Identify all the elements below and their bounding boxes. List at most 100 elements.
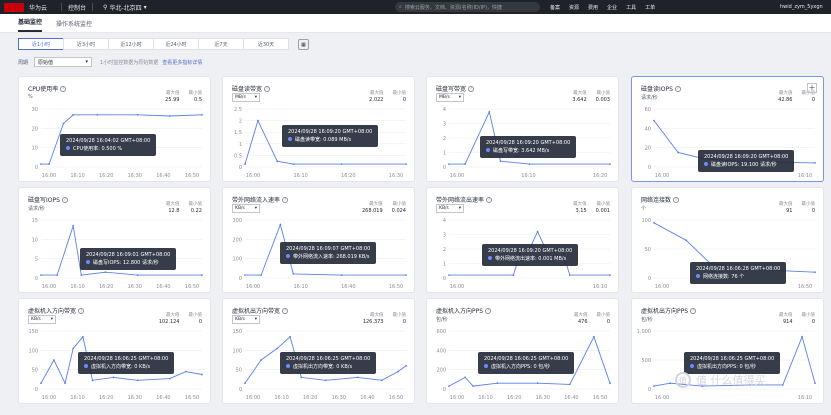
series-dot-icon bbox=[286, 254, 290, 258]
tooltip-time: 2024/09/28 16:04:02 GMT+08:00 bbox=[66, 138, 151, 144]
tooltip-value-row: 虚拟机入方向带宽: 0 KB/s bbox=[84, 363, 168, 371]
help-icon[interactable]: ? bbox=[61, 196, 68, 203]
time-range-button[interactable]: 近12小时 bbox=[108, 38, 154, 50]
metric-title: 磁盘读IOPS? bbox=[641, 84, 681, 93]
min-value: 0.003 bbox=[595, 97, 610, 103]
y-tick-label: 0 bbox=[443, 165, 446, 171]
more-metrics-link[interactable]: 查看更多指标详情 bbox=[162, 59, 202, 66]
huawei-cloud-logo[interactable]: 华为云 bbox=[4, 2, 55, 12]
tab-basic-monitoring[interactable]: 基础监控 bbox=[18, 17, 43, 32]
metric-title-text: 虚拟机出方向带宽 bbox=[232, 308, 281, 315]
unit-select[interactable]: KB/s ▾ bbox=[28, 315, 56, 324]
unit-select[interactable]: KB/s ▾ bbox=[232, 315, 260, 324]
nav-link[interactable]: 资源 bbox=[569, 4, 579, 11]
max-value: 476 bbox=[577, 319, 588, 325]
unit-select[interactable]: MB/s ▾ bbox=[436, 93, 464, 102]
metric-card[interactable]: 带外网络流入速率? KB/s ▾ 最大值 268.019 最小值 0.024 300 20… bbox=[222, 187, 415, 293]
nav-link[interactable]: 企业 bbox=[607, 4, 617, 11]
nav-link[interactable]: 工具 bbox=[626, 4, 636, 11]
metric-card[interactable]: 虚拟机出方向带宽? KB/s ▾ 最大值 126.373 最小值 0 150 100 50 0… bbox=[222, 298, 415, 404]
watermark-logo-icon: 值 bbox=[675, 372, 691, 388]
min-label: 最小值 bbox=[188, 313, 203, 318]
data-point bbox=[405, 364, 407, 367]
help-icon[interactable]: ? bbox=[690, 307, 697, 314]
help-icon[interactable]: ? bbox=[674, 85, 681, 92]
x-tick-label: 16:00 bbox=[42, 284, 56, 290]
nav-link[interactable]: 费用 bbox=[588, 4, 598, 11]
metric-card[interactable]: 虚拟机出方向PPS? 包/秒 最大值 914 最小值 0 1,000 500 0 16:00… bbox=[631, 298, 824, 404]
max-label: 最大值 bbox=[779, 202, 793, 207]
region-selector[interactable]: ⚲ 华北-北京四 ▾ bbox=[103, 3, 147, 12]
data-point bbox=[609, 274, 611, 276]
data-point bbox=[62, 122, 65, 125]
metric-card[interactable]: 虚拟机入方向带宽? KB/s ▾ 最大值 102.124 最小值 0 150 100 50 0… bbox=[18, 298, 211, 404]
y-tick-label: 100 bbox=[641, 218, 651, 224]
y-tick-label: 0 bbox=[648, 276, 651, 282]
metric-stats: 最大值 3.642 最小值 0.003 bbox=[572, 90, 610, 103]
metric-card[interactable]: CPU使用率?% 最大值 25.99 最小值 0.5 30 20 10 0 16:00 16:… bbox=[18, 76, 211, 182]
monitor-tabs: 基础监控 操作系统监控 bbox=[0, 14, 831, 33]
help-icon[interactable]: ? bbox=[486, 196, 493, 203]
y-tick-label: 2 bbox=[443, 247, 446, 253]
metric-card[interactable]: 虚拟机入方向PPS? 包/秒 最大值 476 最小值 0 600 400 200 0 16:0… bbox=[426, 298, 619, 404]
help-icon[interactable]: ? bbox=[485, 307, 492, 314]
user-menu[interactable]: hwid_zym_5yxgn bbox=[780, 0, 823, 14]
help-icon[interactable]: ? bbox=[282, 307, 289, 314]
time-range-button[interactable]: 近30天 bbox=[243, 38, 289, 50]
aggregation-label: 周期 bbox=[18, 59, 29, 66]
x-tick-label: 16:10 bbox=[521, 173, 535, 179]
min-label: 最小值 bbox=[801, 202, 816, 207]
min-value: 0.001 bbox=[595, 208, 610, 214]
metric-title: 虚拟机入方向带宽? bbox=[28, 306, 85, 315]
chart-tooltip: 2024/09/28 16:06:25 GMT+08:00 虚拟机入方向PPS: … bbox=[478, 352, 575, 374]
calendar-icon[interactable]: ▦ bbox=[298, 39, 309, 50]
time-range-button[interactable]: 近7天 bbox=[198, 38, 244, 50]
metric-card[interactable]: 带外网络流出速率? KB/s ▾ 最大值 3.15 最小值 0.001 4 3 2 1 0 16:… bbox=[426, 187, 619, 293]
help-icon[interactable]: ? bbox=[282, 196, 289, 203]
metric-card[interactable]: 磁盘写带宽? MB/s ▾ 最大值 3.642 最小值 0.003 4 3 2 1 0 16:00… bbox=[426, 76, 619, 182]
huawei-logo-icon bbox=[4, 2, 24, 12]
y-tick-label: 4 bbox=[443, 107, 446, 113]
help-icon[interactable]: ? bbox=[673, 196, 680, 203]
data-point bbox=[300, 376, 303, 379]
x-tick-label: 16:20 bbox=[99, 284, 113, 290]
data-point bbox=[260, 274, 262, 276]
chart-tooltip: 2024/09/28 16:04:02 GMT+08:00 CPU使用率: 0.5… bbox=[60, 134, 157, 156]
add-icon[interactable]: + bbox=[807, 83, 817, 93]
series-dot-icon bbox=[704, 162, 708, 166]
nav-link[interactable]: 工单 bbox=[645, 4, 655, 11]
unit-value: KB/s bbox=[235, 206, 245, 211]
x-tick-label: 16:00 bbox=[246, 173, 260, 179]
help-icon[interactable]: ? bbox=[264, 85, 271, 92]
console-link[interactable]: 控制台 bbox=[68, 3, 86, 12]
y-tick-label: 2.5 bbox=[234, 107, 242, 113]
nav-link[interactable]: 备案 bbox=[550, 4, 560, 11]
global-search-input[interactable]: ⌕ 搜索云服务、文档、资源(名称/ID/IP)，快捷 bbox=[395, 2, 540, 12]
help-icon[interactable]: ? bbox=[60, 85, 67, 92]
x-tick-label: 16:50 bbox=[389, 395, 403, 401]
chevron-down-icon: ▾ bbox=[50, 317, 53, 322]
time-range-button[interactable]: 近1小时 bbox=[18, 38, 64, 50]
max-label: 最大值 bbox=[370, 313, 384, 318]
metric-title-text: 磁盘读带宽 bbox=[232, 86, 263, 93]
data-point bbox=[653, 119, 655, 122]
y-tick-label: 0 bbox=[239, 276, 242, 282]
aggregation-select[interactable]: 原始值 ▾ bbox=[34, 57, 93, 67]
x-tick-label: 16:10 bbox=[798, 395, 812, 401]
y-tick-label: 1.5 bbox=[234, 130, 242, 136]
time-range-button[interactable]: 近3小时 bbox=[63, 38, 109, 50]
time-range-button[interactable]: 近24小时 bbox=[153, 38, 199, 50]
metric-card[interactable]: 磁盘写IOPS? 请求/秒 最大值 12.8 最小值 0.22 15 10 5 0 16:00… bbox=[18, 187, 211, 293]
x-tick-label: 16:50 bbox=[185, 395, 199, 401]
unit-select[interactable]: KB/s ▾ bbox=[436, 204, 464, 213]
help-icon[interactable]: ? bbox=[78, 307, 85, 314]
max-label: 最大值 bbox=[779, 91, 793, 96]
y-tick-label: 100 bbox=[28, 348, 38, 354]
tab-os-monitoring[interactable]: 操作系统监控 bbox=[56, 19, 92, 32]
unit-select[interactable]: MB/s ▾ bbox=[232, 93, 260, 102]
unit-select[interactable]: KB/s ▾ bbox=[232, 204, 260, 213]
brand-name: 华为云 bbox=[29, 4, 48, 12]
y-tick-label: 0 bbox=[648, 387, 651, 393]
help-icon[interactable]: ? bbox=[468, 85, 475, 92]
min-label: 最小值 bbox=[392, 91, 407, 96]
